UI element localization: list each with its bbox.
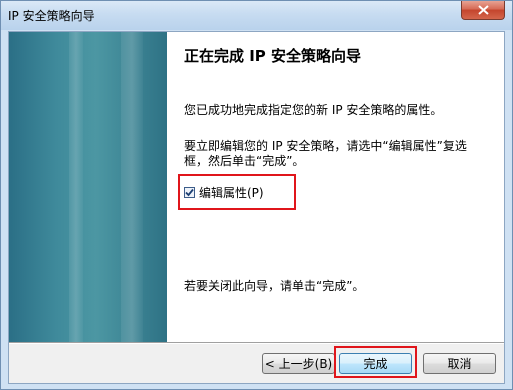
wizard-side-panel [9,32,167,342]
finish-button[interactable]: 完成 [339,353,412,374]
wizard-client-area: 正在完成 IP 安全策略向导 您已成功地完成指定您的新 IP 安全策略的属性。 … [8,31,505,384]
wizard-content: 正在完成 IP 安全策略向导 您已成功地完成指定您的新 IP 安全策略的属性。 … [167,32,504,342]
back-button[interactable]: < 上一步(B) [262,353,335,374]
side-panel-decoration [69,32,83,342]
cancel-button[interactable]: 取消 [423,353,496,374]
page-title: 正在完成 IP 安全策略向导 [184,47,362,65]
wizard-window: IP 安全策略向导 正在完成 IP 安全策略向导 您已成功地完成指定您的新 IP… [0,0,513,390]
edit-properties-checkbox-row[interactable]: 编辑属性(P) [184,184,264,201]
side-panel-decoration [121,32,143,342]
checkmark-icon [185,188,194,197]
completion-message: 您已成功地完成指定您的新 IP 安全策略的属性。 [184,103,443,117]
close-instructions: 若要关闭此向导，请单击“完成”。 [184,279,365,293]
edit-properties-checkbox[interactable] [184,187,195,198]
window-title: IP 安全策略向导 [8,9,95,23]
button-separator [9,342,504,344]
edit-properties-label[interactable]: 编辑属性(P) [199,184,264,201]
title-bar: IP 安全策略向导 [1,1,512,30]
close-icon [477,5,489,15]
close-button[interactable] [461,1,505,20]
edit-instructions: 要立即编辑您的 IP 安全策略，请选中“编辑属性”复选框，然后单击“完成”。 [184,139,467,168]
